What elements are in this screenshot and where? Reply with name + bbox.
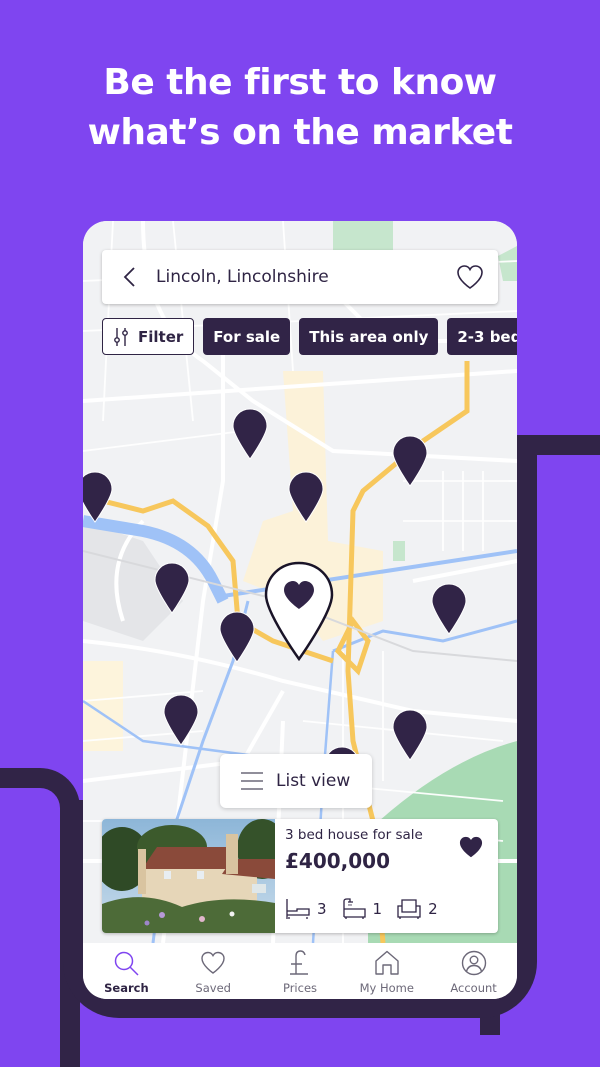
nav-my-home[interactable]: My Home <box>343 943 430 999</box>
nav-prices[interactable]: Prices <box>257 943 344 999</box>
home-icon <box>375 950 399 975</box>
bedrooms-count: 3 <box>317 900 327 918</box>
frame-right-bar <box>517 435 537 955</box>
list-view-label: List view <box>276 771 351 791</box>
headline-line-1: Be the first to know <box>103 62 497 103</box>
property-type: 3 bed house for sale <box>285 827 423 843</box>
map-pin[interactable] <box>431 583 467 635</box>
nav-saved-label: Saved <box>195 981 231 995</box>
bathrooms-count: 1 <box>372 900 383 918</box>
bottom-navigation: Search Saved Prices My Home Account <box>83 943 517 999</box>
bath-icon <box>342 898 366 919</box>
chip-for-sale[interactable]: For sale <box>203 318 291 355</box>
property-price: £400,000 <box>285 849 391 873</box>
account-icon <box>461 950 486 976</box>
filter-label: Filter <box>138 327 184 346</box>
filter-button[interactable]: Filter <box>102 318 195 355</box>
heart-outline-icon <box>201 951 225 974</box>
property-photo <box>102 819 275 933</box>
bathrooms-feature: 1 <box>341 897 383 921</box>
bedrooms-feature: 3 <box>285 897 327 921</box>
map-pin[interactable] <box>288 471 324 523</box>
chip-bedrooms[interactable]: 2-3 beds <box>447 318 517 355</box>
search-icon <box>115 951 139 976</box>
nav-account-label: Account <box>450 981 497 995</box>
location-search-bar[interactable]: Lincoln, Lincolnshire <box>102 250 498 304</box>
map-pin[interactable] <box>392 435 428 487</box>
nav-search[interactable]: Search <box>83 943 170 999</box>
nav-saved[interactable]: Saved <box>170 943 257 999</box>
nav-account[interactable]: Account <box>430 943 517 999</box>
location-text[interactable]: Lincoln, Lincolnshire <box>156 267 456 287</box>
map-pin[interactable] <box>163 694 199 746</box>
map-pin[interactable] <box>83 471 113 523</box>
headline-line-2: what’s on the market <box>87 112 513 153</box>
saved-heart-icon[interactable] <box>458 835 484 859</box>
headline: Be the first to know what’s on the marke… <box>0 58 600 158</box>
map-pin[interactable] <box>392 709 428 761</box>
nav-my-home-label: My Home <box>359 981 414 995</box>
property-features: 3 1 2 <box>285 897 438 921</box>
map-pin[interactable] <box>232 408 268 460</box>
nav-search-label: Search <box>104 981 149 995</box>
save-search-heart-icon[interactable] <box>456 264 484 290</box>
phone-screen: Lincoln, Lincolnshire Filter For sale Th… <box>83 221 517 999</box>
armchair-icon <box>397 899 421 919</box>
reception-count: 2 <box>428 900 438 918</box>
filter-chips: Filter For sale This area only 2-3 beds <box>102 318 517 355</box>
menu-lines-icon <box>241 772 263 790</box>
reception-feature: 2 <box>396 897 438 921</box>
map-pin[interactable] <box>154 562 190 614</box>
bed-icon <box>286 899 310 919</box>
pound-icon <box>289 950 308 975</box>
property-card[interactable]: 3 bed house for sale £400,000 3 1 2 <box>102 819 498 933</box>
nav-prices-label: Prices <box>282 981 318 995</box>
list-view-button[interactable]: List view <box>220 754 372 808</box>
selected-map-pin[interactable] <box>264 561 334 661</box>
sliders-icon <box>114 327 128 346</box>
chevron-left-icon[interactable] <box>120 266 142 288</box>
chip-this-area-only[interactable]: This area only <box>299 318 439 355</box>
map-pin[interactable] <box>219 611 255 663</box>
